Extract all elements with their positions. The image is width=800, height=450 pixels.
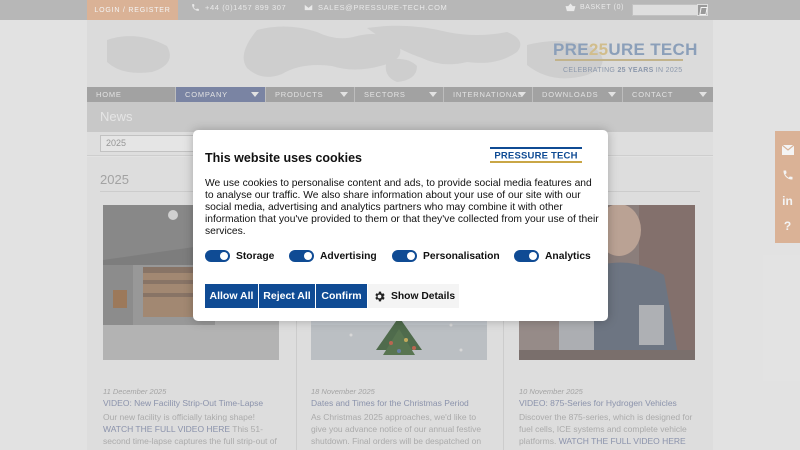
show-details-button[interactable]: Show Details bbox=[368, 284, 459, 308]
pressure-tech-logo: PRESSURE TECH bbox=[490, 147, 582, 163]
allow-all-button[interactable]: Allow All bbox=[205, 284, 258, 308]
personalisation-toggle[interactable]: Personalisation bbox=[392, 250, 500, 262]
cookie-consent-dialog: This website uses cookies PRESSURE TECH … bbox=[193, 130, 608, 321]
toggle-switch[interactable] bbox=[289, 250, 314, 262]
cookie-dialog-text: We use cookies to personalise content an… bbox=[205, 178, 599, 237]
toggle-switch[interactable] bbox=[205, 250, 230, 262]
logo-wordmark: PRESSURE TECH bbox=[494, 151, 577, 162]
toggle-switch[interactable] bbox=[514, 250, 539, 262]
storage-toggle[interactable]: Storage bbox=[205, 250, 274, 262]
advertising-toggle[interactable]: Advertising bbox=[289, 250, 377, 262]
analytics-toggle[interactable]: Analytics bbox=[514, 250, 591, 262]
confirm-button[interactable]: Confirm bbox=[316, 284, 367, 308]
toggle-switch[interactable] bbox=[392, 250, 417, 262]
gear-icon bbox=[375, 291, 385, 301]
cookie-dialog-title: This website uses cookies bbox=[205, 151, 363, 165]
reject-all-button[interactable]: Reject All bbox=[259, 284, 315, 308]
